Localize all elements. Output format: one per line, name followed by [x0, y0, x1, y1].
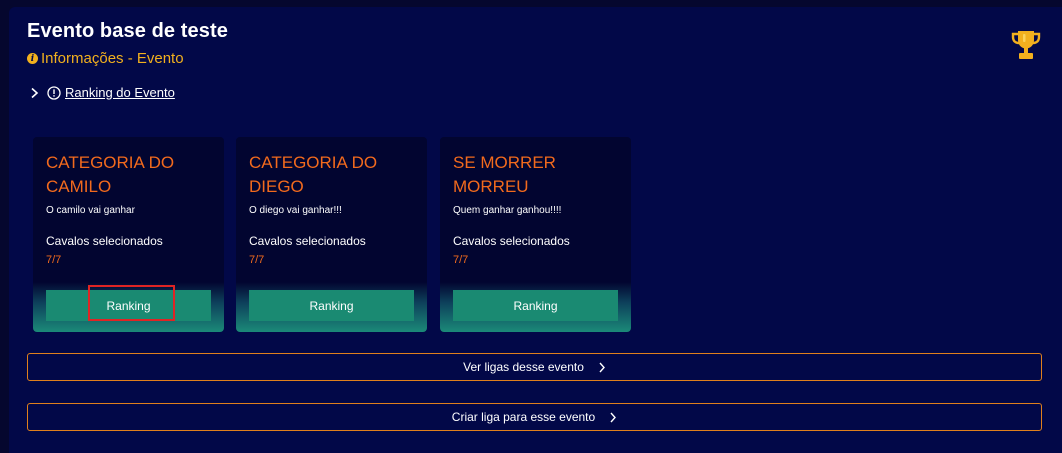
category-description: O diego vai ganhar!!! [249, 205, 342, 216]
selected-horses-label: Cavalos selecionados [453, 234, 570, 248]
view-leagues-label: Ver ligas desse evento [463, 360, 584, 374]
highlight-annotation [88, 285, 175, 321]
view-leagues-button[interactable]: Ver ligas desse evento [27, 353, 1042, 381]
event-info-subtitle: i Informações - Evento [27, 50, 184, 67]
category-title: CATEGORIA DO DIEGO [249, 153, 378, 196]
category-card: SE MORRER MORREU Quem ganhar ganhou!!!! … [440, 137, 631, 332]
selected-horses-label: Cavalos selecionados [46, 234, 163, 248]
event-ranking-link[interactable]: Ranking do Evento [65, 85, 175, 100]
info-icon: i [27, 53, 38, 64]
ranking-link-row[interactable]: Ranking do Evento [29, 85, 175, 100]
selected-horses-count: 7/7 [249, 254, 265, 266]
selected-horses-label: Cavalos selecionados [249, 234, 366, 248]
ranking-button[interactable]: Ranking [453, 290, 618, 321]
chevron-right-icon [610, 412, 617, 422]
selected-horses-count: 7/7 [46, 254, 62, 266]
alert-circle-icon [47, 85, 61, 100]
page: Evento base de teste i Informações - Eve… [0, 0, 1062, 453]
chevron-right-icon [599, 362, 605, 372]
ranking-button[interactable]: Ranking [249, 290, 414, 321]
category-description: O camilo vai ganhar [46, 205, 135, 216]
category-description: Quem ganhar ganhou!!!! [453, 205, 562, 216]
selected-horses-count: 7/7 [453, 254, 469, 266]
subtitle-label: Informações - Evento [41, 50, 184, 67]
create-league-label: Criar liga para esse evento [451, 410, 596, 424]
category-title: CATEGORIA DO CAMILO [46, 153, 175, 196]
chevron-right-icon[interactable] [29, 87, 40, 99]
page-title: Evento base de teste [27, 20, 228, 42]
create-league-button[interactable]: Criar liga para esse evento [27, 403, 1042, 431]
trophy-icon [1011, 31, 1041, 59]
category-title: SE MORRER MORREU [453, 153, 556, 196]
category-card: CATEGORIA DO DIEGO O diego vai ganhar!!!… [236, 137, 427, 332]
